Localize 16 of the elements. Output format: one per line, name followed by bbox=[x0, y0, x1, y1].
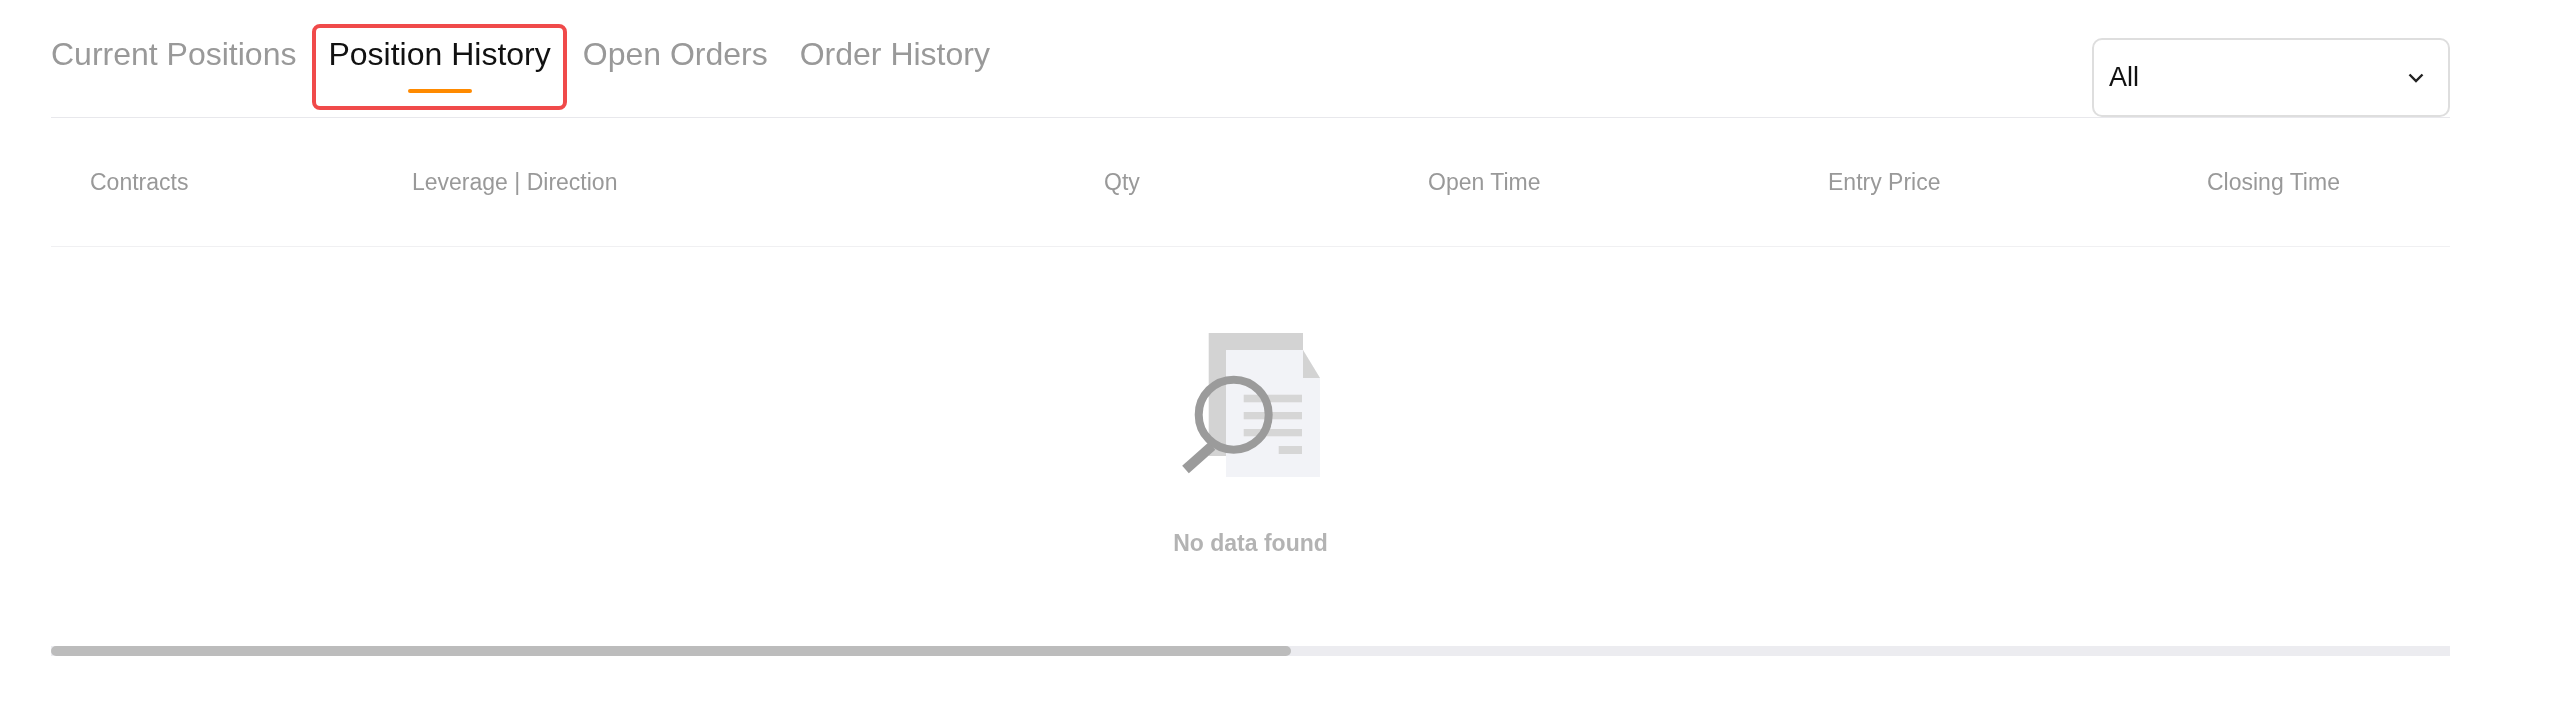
tab[interactable]: Open Orders bbox=[566, 24, 784, 110]
filter-dropdown[interactable]: All bbox=[2092, 38, 2450, 117]
tab[interactable]: Order History bbox=[783, 24, 1006, 110]
chevron-down-icon bbox=[2408, 72, 2424, 83]
column-header: Entry Price bbox=[1827, 168, 1942, 196]
tab[interactable]: Current Positions bbox=[35, 24, 313, 110]
tab[interactable]: Position History bbox=[312, 24, 567, 110]
scrollbar-track[interactable] bbox=[51, 646, 2450, 656]
empty-message: No data found bbox=[1173, 530, 1328, 556]
column-header: Leverage | Direction bbox=[411, 168, 619, 196]
scrollbar-thumb[interactable] bbox=[51, 646, 1292, 656]
column-header: Contracts bbox=[89, 168, 190, 196]
column-header: Open Time bbox=[1427, 168, 1542, 196]
column-header: Closing Time bbox=[2206, 168, 2341, 196]
document-search-icon bbox=[1180, 333, 1321, 478]
column-header: Qty bbox=[1103, 168, 1141, 196]
